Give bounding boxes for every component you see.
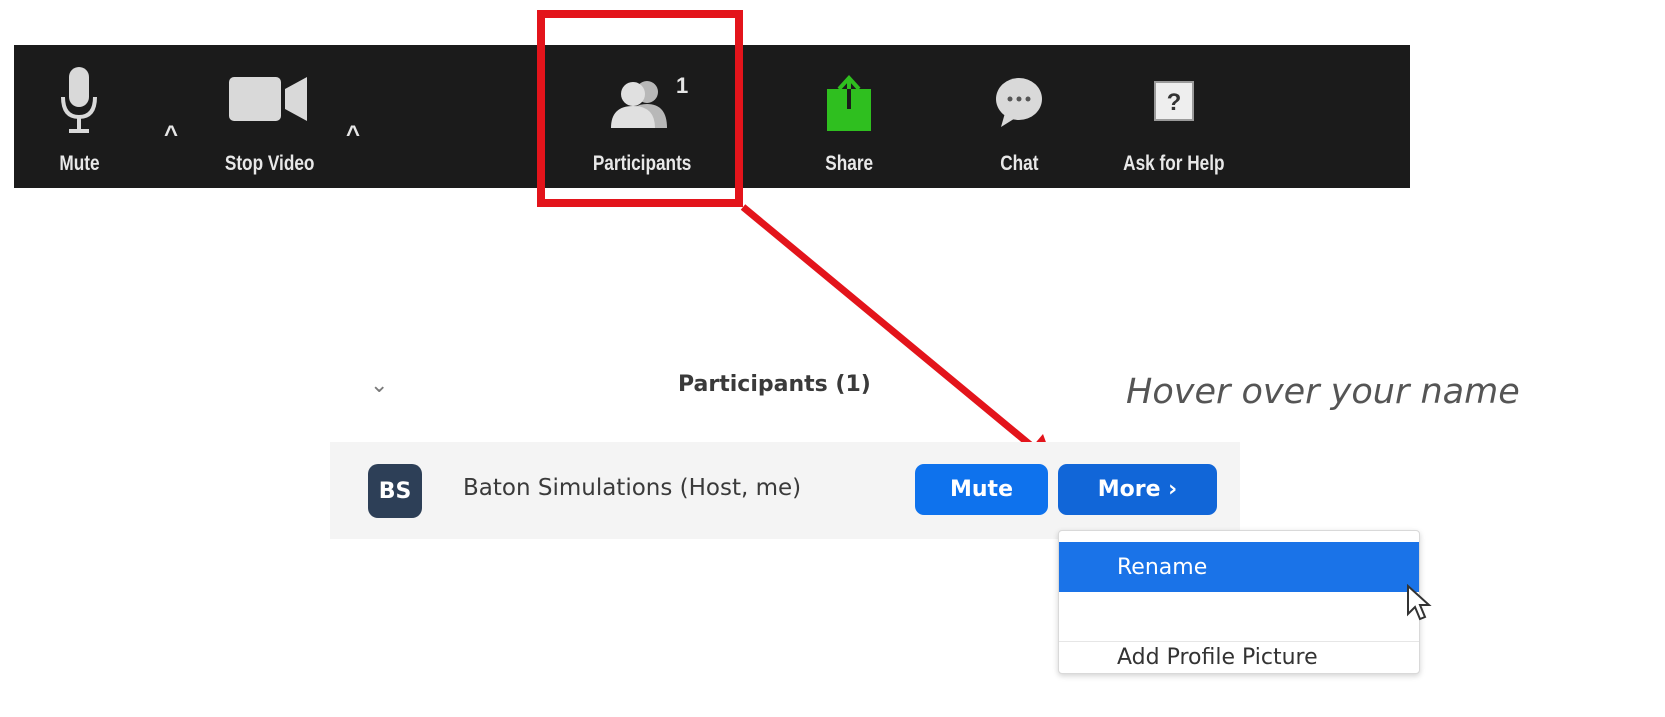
mouse-cursor-icon (1407, 584, 1432, 621)
participant-row[interactable]: BS Baton Simulations (Host, me) Mute Mor… (330, 442, 1240, 539)
collapse-chevron-icon[interactable]: ⌄ (370, 372, 388, 398)
menu-item-rename[interactable]: Rename (1059, 542, 1419, 592)
participant-mute-button[interactable]: Mute (915, 464, 1048, 515)
participants-panel-title: Participants (1) (678, 372, 871, 397)
more-options-menu: Rename Add Profile Picture (1058, 530, 1420, 674)
menu-divider (1059, 641, 1419, 642)
participant-name: Baton Simulations (Host, me) (463, 475, 802, 501)
participant-more-button[interactable]: More › (1058, 464, 1217, 515)
avatar: BS (368, 464, 422, 518)
menu-item-add-profile-picture[interactable]: Add Profile Picture (1059, 643, 1419, 671)
hover-hint-text: Hover over your name (1126, 372, 1520, 412)
